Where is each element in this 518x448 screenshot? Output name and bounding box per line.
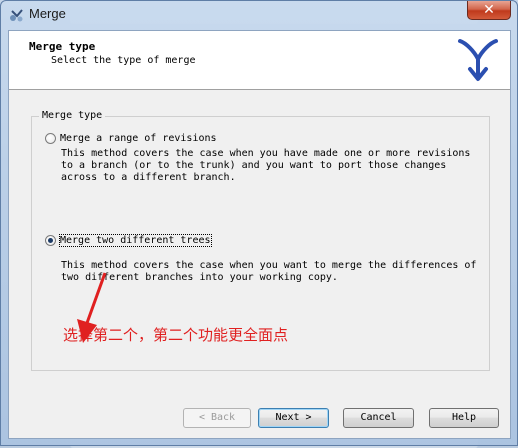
cancel-button[interactable]: Cancel xyxy=(343,408,414,428)
radio-label[interactable]: Merge two different trees xyxy=(59,234,212,247)
next-button[interactable]: Next > xyxy=(258,408,329,428)
option-description: This method covers the case when you wan… xyxy=(61,260,477,283)
dialog-body: Merge type Select the type of merge Merg… xyxy=(8,30,511,439)
page-subtitle: Select the type of merge xyxy=(51,55,196,66)
window-title: Merge xyxy=(29,6,66,21)
back-button[interactable]: < Back xyxy=(183,408,251,428)
wizard-header: Merge type Select the type of merge xyxy=(9,31,510,90)
option-description: This method covers the case when you hav… xyxy=(61,148,471,183)
annotation-text: 选择第二个，第二个功能更全面点 xyxy=(63,326,289,344)
help-button[interactable]: Help xyxy=(429,408,499,428)
radio-merge-range[interactable]: Merge a range of revisions xyxy=(45,133,217,144)
merge-logo-icon xyxy=(458,39,498,81)
radio-button[interactable] xyxy=(45,133,56,144)
radio-label[interactable]: Merge a range of revisions xyxy=(60,133,217,144)
title-bar[interactable]: Merge ✕ xyxy=(1,1,517,29)
close-button[interactable]: ✕ xyxy=(467,1,511,20)
page-title: Merge type xyxy=(29,40,96,53)
close-icon: ✕ xyxy=(483,2,495,18)
app-icon xyxy=(10,9,23,22)
group-legend: Merge type xyxy=(39,110,106,121)
radio-merge-two-trees[interactable]: Merge two different trees xyxy=(45,234,212,247)
radio-button-checked[interactable] xyxy=(45,235,56,246)
merge-dialog: Merge ✕ Merge type Select the type of me… xyxy=(0,0,518,446)
